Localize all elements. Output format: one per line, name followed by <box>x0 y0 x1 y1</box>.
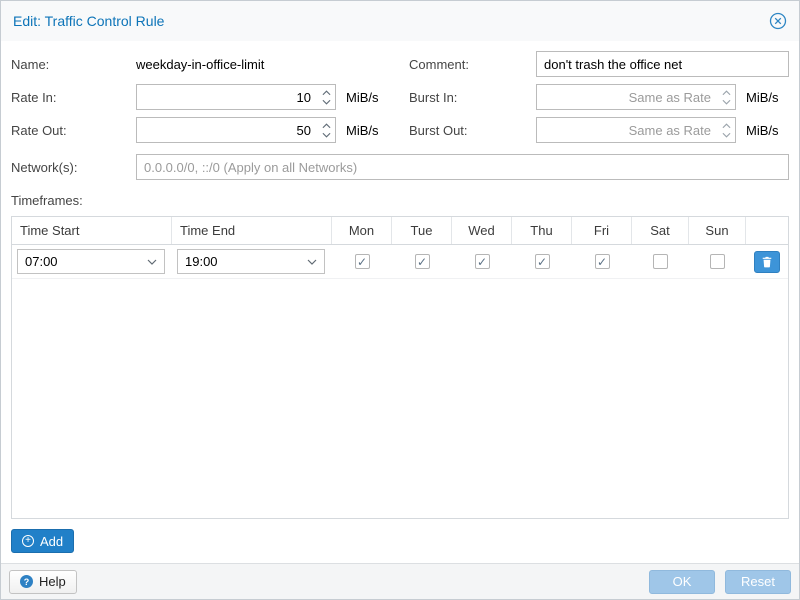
spinner-up-icon[interactable] <box>717 88 735 97</box>
day-checkbox-fri[interactable] <box>595 254 610 269</box>
chevron-down-icon <box>147 259 157 265</box>
header-mon: Mon <box>332 217 392 244</box>
spinner-up-icon[interactable] <box>317 121 335 130</box>
burst-out-spinner <box>717 118 735 142</box>
burst-in-label: Burst In: <box>409 90 536 105</box>
burst-in-field[interactable] <box>536 84 736 110</box>
header-time-end: Time End <box>172 217 332 244</box>
form-row-rate-out: Rate Out: MiB/s Burst Out: <box>11 117 789 143</box>
time-start-combo[interactable]: 07:00 <box>17 249 165 274</box>
rate-out-unit: MiB/s <box>346 123 379 138</box>
rate-out-label: Rate Out: <box>11 123 136 138</box>
spinner-up-icon[interactable] <box>317 88 335 97</box>
header-time-start: Time Start <box>12 217 172 244</box>
rate-in-spinner <box>317 85 335 109</box>
name-label: Name: <box>11 57 136 72</box>
help-button-label: Help <box>39 574 66 589</box>
plus-icon: + <box>22 535 34 547</box>
spinner-down-icon[interactable] <box>317 97 335 106</box>
comment-label: Comment: <box>409 57 536 72</box>
spinner-down-icon[interactable] <box>717 130 735 139</box>
day-checkbox-wed[interactable] <box>475 254 490 269</box>
comment-input[interactable] <box>536 51 789 77</box>
add-button-label: Add <box>40 534 63 549</box>
day-checkbox-mon[interactable] <box>355 254 370 269</box>
networks-input[interactable] <box>136 154 789 180</box>
header-wed: Wed <box>452 217 512 244</box>
header-sun: Sun <box>689 217 746 244</box>
dialog-footer: ? Help OK Reset <box>1 563 799 599</box>
trash-icon <box>761 256 773 268</box>
day-checkbox-thu[interactable] <box>535 254 550 269</box>
rate-out-input[interactable] <box>137 118 317 142</box>
ok-button[interactable]: OK <box>649 570 715 594</box>
help-button[interactable]: ? Help <box>9 570 77 594</box>
header-tue: Tue <box>392 217 452 244</box>
rate-in-label: Rate In: <box>11 90 136 105</box>
day-checkbox-tue[interactable] <box>415 254 430 269</box>
form-row-name-comment: Name: weekday-in-office-limit Comment: <box>11 51 789 77</box>
name-value: weekday-in-office-limit <box>136 57 264 72</box>
help-icon: ? <box>20 575 33 588</box>
time-start-value: 07:00 <box>25 254 58 269</box>
reset-button-label: Reset <box>741 574 775 589</box>
spinner-down-icon[interactable] <box>317 130 335 139</box>
close-icon[interactable] <box>769 12 787 30</box>
dialog-body: Name: weekday-in-office-limit Comment: R… <box>1 41 799 563</box>
time-end-combo[interactable]: 19:00 <box>177 249 325 274</box>
header-actions <box>746 217 788 244</box>
traffic-control-dialog: Edit: Traffic Control Rule Name: weekday… <box>0 0 800 600</box>
rate-in-field[interactable] <box>136 84 336 110</box>
form-row-networks: Network(s): <box>11 154 789 180</box>
burst-out-input[interactable] <box>537 118 717 142</box>
timeframe-row[interactable]: 07:00 19:00 <box>12 245 788 279</box>
burst-out-unit: MiB/s <box>746 123 779 138</box>
burst-in-input[interactable] <box>537 85 717 109</box>
header-thu: Thu <box>512 217 572 244</box>
day-checkbox-sat[interactable] <box>653 254 668 269</box>
rate-in-unit: MiB/s <box>346 90 379 105</box>
ok-button-label: OK <box>673 574 692 589</box>
burst-out-field[interactable] <box>536 117 736 143</box>
timeframes-table: Time Start Time End Mon Tue Wed Thu Fri … <box>11 216 789 519</box>
networks-label: Network(s): <box>11 160 136 175</box>
rate-out-field[interactable] <box>136 117 336 143</box>
header-sat: Sat <box>632 217 689 244</box>
timeframes-table-body: 07:00 19:00 <box>12 245 788 518</box>
form-row-rate-in: Rate In: MiB/s Burst In: <box>11 84 789 110</box>
chevron-down-icon <box>307 259 317 265</box>
dialog-titlebar: Edit: Traffic Control Rule <box>1 1 799 41</box>
header-fri: Fri <box>572 217 632 244</box>
delete-row-button[interactable] <box>754 251 780 273</box>
time-end-value: 19:00 <box>185 254 218 269</box>
add-button[interactable]: + Add <box>11 529 74 553</box>
spinner-down-icon[interactable] <box>717 97 735 106</box>
rate-in-input[interactable] <box>137 85 317 109</box>
rate-out-spinner <box>317 118 335 142</box>
day-checkbox-sun[interactable] <box>710 254 725 269</box>
spinner-up-icon[interactable] <box>717 121 735 130</box>
dialog-title: Edit: Traffic Control Rule <box>13 13 164 29</box>
timeframes-label: Timeframes: <box>11 193 789 208</box>
reset-button[interactable]: Reset <box>725 570 791 594</box>
burst-in-unit: MiB/s <box>746 90 779 105</box>
timeframes-table-header: Time Start Time End Mon Tue Wed Thu Fri … <box>12 217 788 245</box>
burst-in-spinner <box>717 85 735 109</box>
burst-out-label: Burst Out: <box>409 123 536 138</box>
